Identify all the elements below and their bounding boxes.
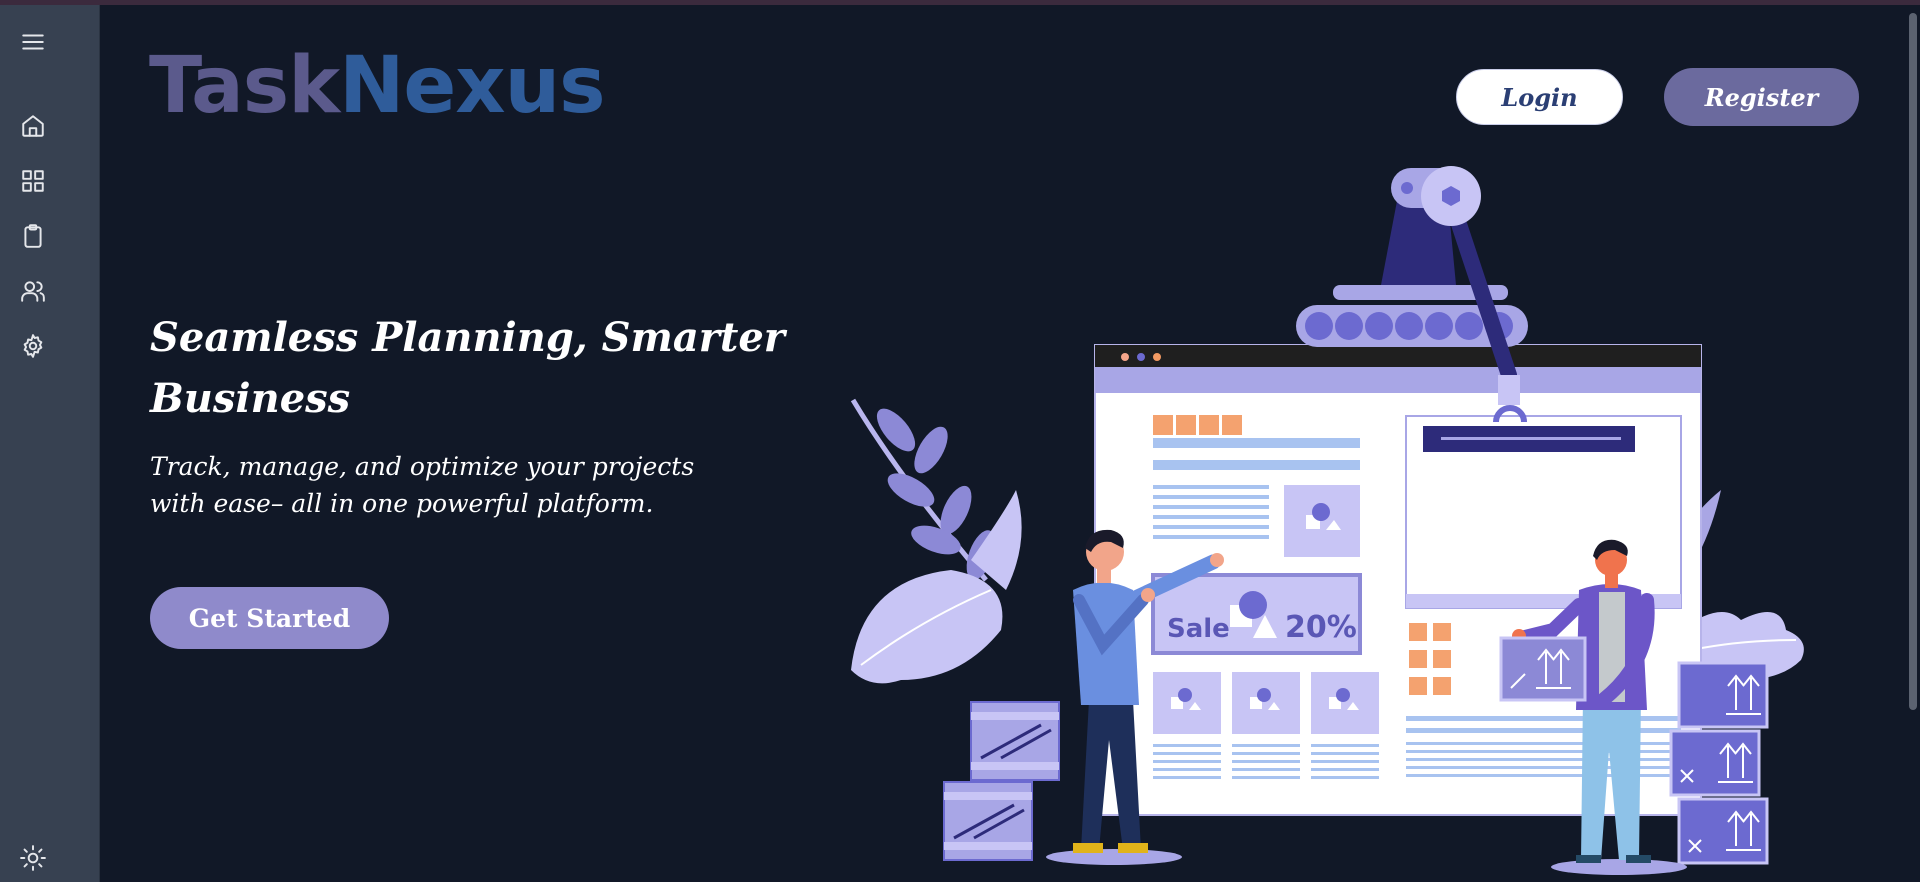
brand-logo[interactable]: TaskNexus: [149, 47, 606, 125]
sidebar: [0, 5, 100, 882]
scrollbar[interactable]: [1906, 5, 1920, 882]
register-button[interactable]: Register: [1664, 68, 1859, 126]
brand-logo-nexus: Nexus: [339, 41, 605, 131]
menu-icon[interactable]: [16, 25, 50, 59]
sale-label: Sale: [1167, 614, 1230, 644]
users-icon[interactable]: [16, 274, 50, 308]
login-button[interactable]: Login: [1456, 69, 1623, 125]
get-started-button[interactable]: Get Started: [150, 587, 389, 649]
main-content: TaskNexus Login Register Seamless Planni…: [101, 5, 1920, 882]
hero-headline: Seamless Planning, Smarter Business: [150, 314, 785, 422]
scrollbar-thumb[interactable]: [1909, 13, 1917, 710]
sale-percent: 20%: [1285, 610, 1357, 645]
crates-left-illustration: }: [943, 701, 1060, 861]
boxes-right-illustration: [1669, 661, 1769, 865]
brand-logo-task: Task: [149, 41, 340, 131]
dashboard-icon[interactable]: [16, 164, 50, 198]
hero-illustration: Sale 20%: [850, 166, 1804, 875]
plant-left-illustration: [850, 398, 1022, 684]
settings-icon[interactable]: [16, 329, 50, 363]
hero-subtext: Track, manage, and optimize your project…: [150, 452, 695, 518]
home-icon[interactable]: [16, 109, 50, 143]
sun-icon[interactable]: [16, 841, 50, 875]
clipboard-icon[interactable]: [16, 219, 50, 253]
